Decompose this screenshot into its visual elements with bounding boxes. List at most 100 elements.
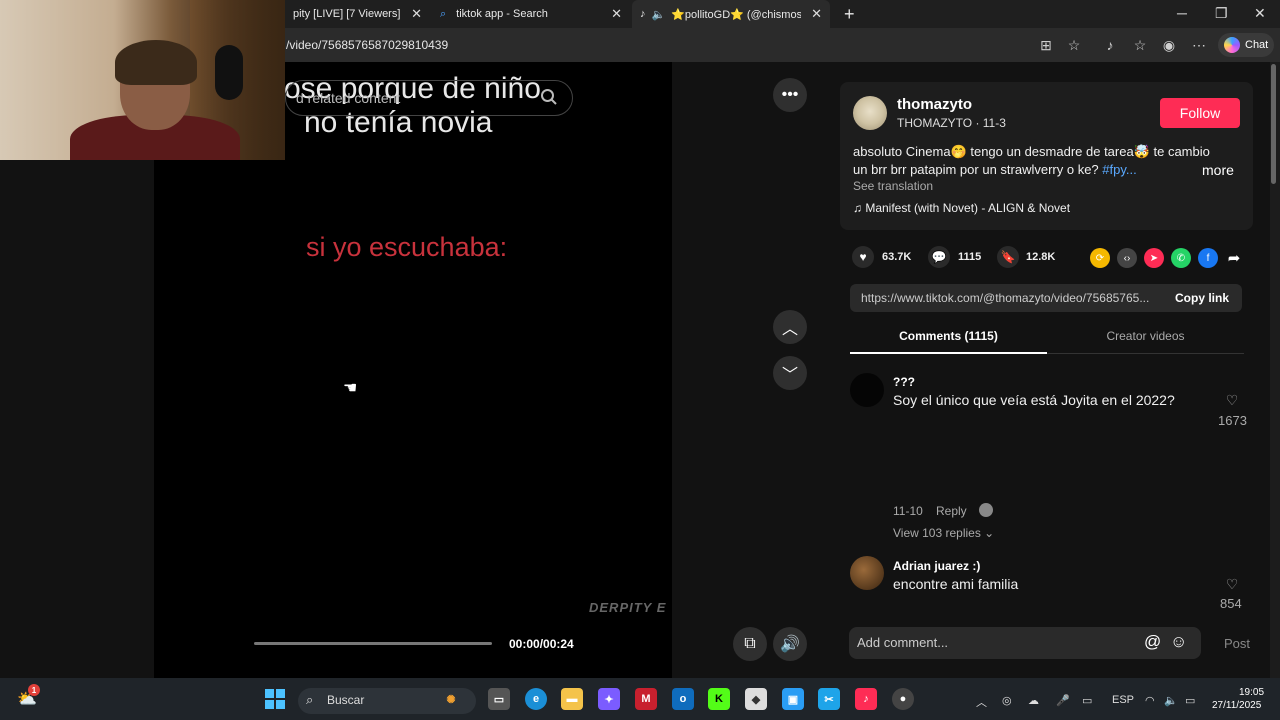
keyboard-language[interactable]: ESP [1112,694,1134,706]
onedrive-icon[interactable]: ☁ [1028,694,1039,707]
roblox-icon[interactable]: ◆ [745,688,767,710]
address-url[interactable]: /video/7568576587029810439 [286,38,448,52]
like-icon[interactable]: ♥ [852,246,874,268]
clock-date[interactable]: 27/11/2025 [1212,700,1261,711]
send-icon[interactable]: ➤ [1144,248,1164,268]
snipping-tool-icon[interactable]: ✂ [818,688,840,710]
comment-avatar[interactable] [850,556,884,590]
comment-like-count: 854 [1220,596,1242,611]
comment-author[interactable]: ??? [893,375,915,389]
tab-creator-videos[interactable]: Creator videos [1047,326,1244,354]
whatsapp-icon[interactable]: ✆ [1171,248,1191,268]
close-icon[interactable]: ✕ [411,6,422,22]
creator-liked-avatar [979,503,993,517]
related-search-placeholder: d related content [296,90,401,106]
minimize-icon[interactable]: ─ [1177,5,1187,21]
floating-player-button[interactable]: ⧉ [733,627,767,661]
favorite-star-icon[interactable]: ☆ [1065,36,1083,54]
mouse-cursor-icon: ☚ [343,380,358,397]
webcam-person-hair [115,40,197,85]
volume-button[interactable]: 🔊 [773,627,807,661]
tab-tiktok-search[interactable]: ⌕ tiktok app - Search ✕ [432,0,630,28]
close-icon[interactable]: ✕ [611,6,622,22]
comment-like-icon[interactable]: ♡ [1217,392,1247,409]
author-avatar[interactable] [853,96,887,130]
wifi-icon[interactable]: ◠ [1145,694,1155,707]
more-options-button[interactable]: ••• [773,78,807,112]
profile-icon[interactable]: ◉ [1160,36,1178,54]
video-link[interactable]: https://www.tiktok.com/@thomazyto/video/… [861,291,1149,305]
search-icon[interactable] [540,88,558,106]
edge-icon[interactable]: e [525,688,547,710]
tab-label: ⭐pollitoGD⭐ (@chismoso [671,8,802,21]
tab-comments[interactable]: Comments (1115) [850,326,1047,354]
start-icon[interactable] [264,688,286,710]
bookmark-icon[interactable]: 🔖 [997,246,1019,268]
microphone-icon[interactable]: 🎤 [1056,694,1070,707]
restore-icon[interactable]: ❐ [1215,5,1228,22]
display-icon[interactable]: ▭ [1082,694,1092,707]
copilot-app-icon[interactable]: ✦ [598,688,620,710]
clock-time[interactable]: 19:05 [1239,687,1264,698]
webcam-microphone [215,45,243,100]
copilot-chat-button[interactable]: Chat [1218,33,1274,57]
close-icon[interactable]: ✕ [811,6,822,22]
tray-app-icon[interactable]: ◎ [1002,694,1012,707]
tab-derpity-live[interactable]: pity [LIVE] [7 Viewers] ✕ [285,0,430,28]
music-link[interactable]: ♫ Manifest (with Novet) - ALIGN & Novet [853,201,1070,215]
store-preview-icon[interactable]: ▣ [782,688,804,710]
comment-reply-button[interactable]: Reply [936,504,967,518]
facebook-icon[interactable]: f [1198,248,1218,268]
scrollbar-thumb[interactable] [1271,64,1276,184]
see-translation-link[interactable]: See translation [853,179,933,193]
description-text: un brr brr patapim por un strawlverry o … [853,162,1099,177]
copy-link-button[interactable]: Copy link [1175,291,1229,305]
comment-avatar[interactable] [850,373,884,407]
view-replies-button[interactable]: View 103 replies ⌄ [893,526,994,540]
hashtag-link[interactable]: #fpy... [1102,162,1136,177]
obs-icon[interactable]: ● [892,688,914,710]
favorites-icon[interactable]: ☆ [1131,36,1149,54]
next-video-button[interactable]: ﹀ [773,356,807,390]
taskbar-search-label: Buscar [327,693,365,707]
video-progress-bar[interactable] [254,642,492,645]
outlook-icon[interactable]: o [672,688,694,710]
video-caption-red: si yo escuchaba: [306,232,508,262]
mention-icon[interactable]: @ [1144,632,1161,652]
notification-badge: 1 [28,684,40,696]
tiktok-taskbar-icon[interactable]: ♪ [855,688,877,710]
chat-label: Chat [1245,39,1269,51]
comment-count: 1115 [958,251,982,263]
post-comment-button[interactable]: Post [1224,636,1250,651]
volume-icon[interactable]: 🔈 [1164,694,1178,707]
comment-like-icon[interactable]: ♡ [1217,576,1247,593]
share-icon[interactable]: ➦ [1224,248,1244,268]
close-window-icon[interactable]: ✕ [1254,5,1266,22]
speaker-icon[interactable]: 🔈 [652,8,666,21]
chevron-up-icon[interactable]: ︿ [976,694,987,710]
comment-text: Soy el único que veía está Joyita en el … [893,392,1175,408]
post-description-line1: absoluto Cinema🤭 tengo un desmadre de ta… [853,144,1210,159]
bookmark-count: 12.8K [1026,251,1056,263]
task-view-icon[interactable]: ▭ [488,688,510,710]
follow-button[interactable]: Follow [1160,98,1240,128]
app-available-icon[interactable]: ⊞ [1037,36,1055,54]
post-description-line2: un brr brr patapim por un strawlverry o … [853,162,1137,177]
comment-author[interactable]: Adrian juarez :) [893,559,980,573]
comment-icon[interactable]: 💬 [928,246,950,268]
previous-video-button[interactable]: ︿ [773,310,807,344]
embed-icon[interactable]: ‹› [1117,248,1137,268]
file-explorer-icon[interactable]: ▬ [561,688,583,710]
repost-icon[interactable]: ⟳ [1090,248,1110,268]
webcam-overlay [0,0,285,160]
author-username[interactable]: thomazyto [897,96,972,113]
tab-tiktok-video[interactable]: ♪ 🔈 ⭐pollitoGD⭐ (@chismoso ✕ [632,0,830,28]
kick-icon[interactable]: K [708,688,730,710]
new-tab-button[interactable]: + [836,0,856,28]
browser-essentials-icon[interactable]: ♪ [1101,36,1119,54]
mcafee-icon[interactable]: M [635,688,657,710]
more-button[interactable]: more [1202,162,1234,178]
battery-icon[interactable]: ▭ [1185,694,1195,707]
emoji-icon[interactable]: ☺ [1170,632,1187,652]
more-options-icon[interactable]: ⋯ [1190,36,1208,54]
